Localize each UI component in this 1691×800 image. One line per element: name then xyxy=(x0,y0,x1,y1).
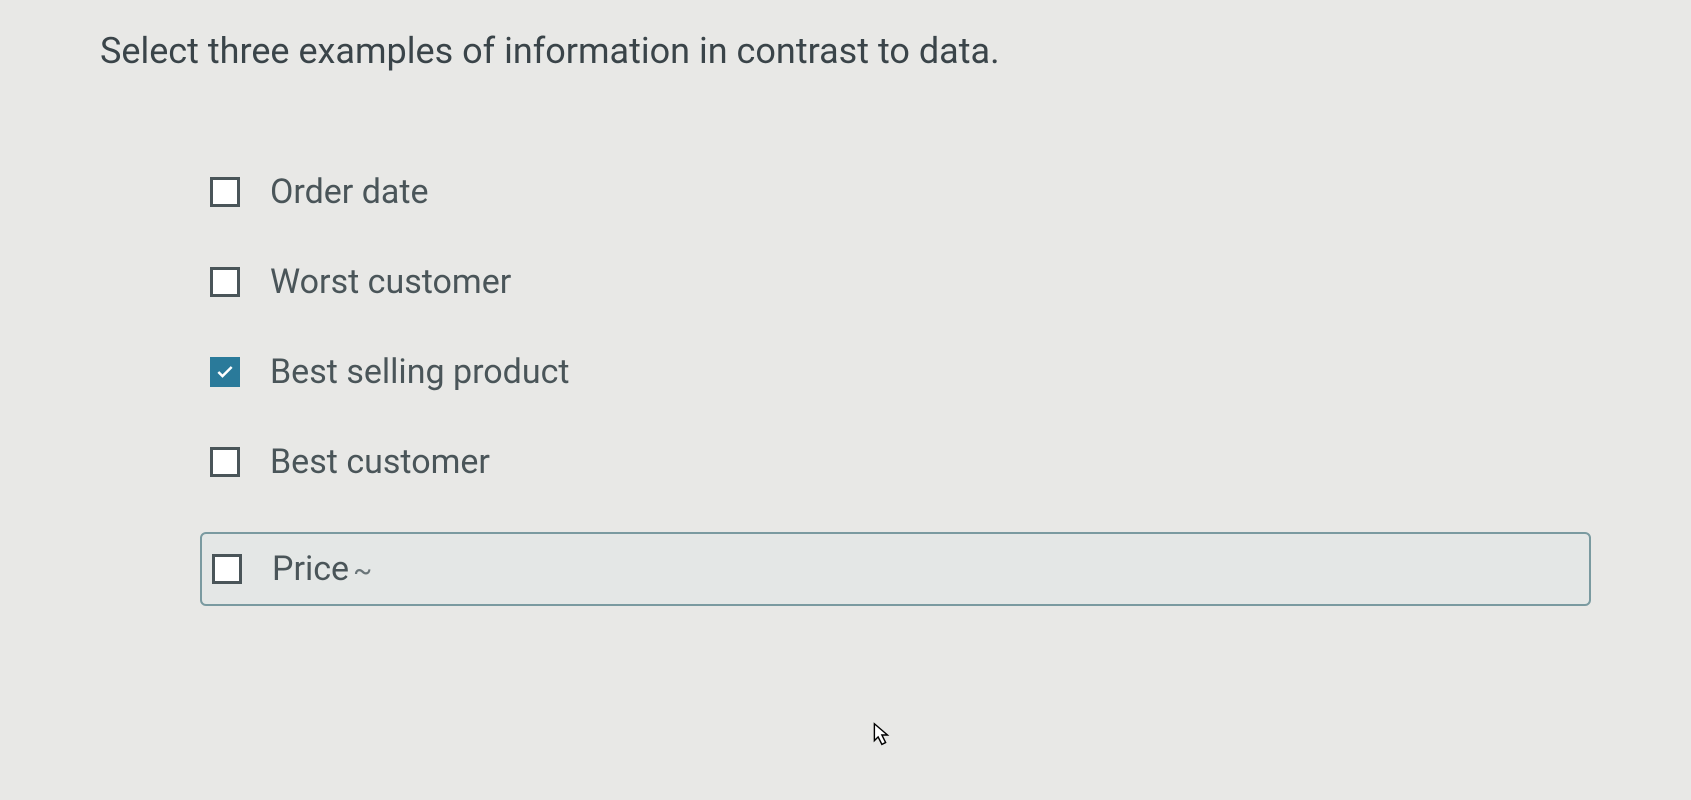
option-order-date[interactable]: Order date xyxy=(210,172,1591,212)
option-label: Best customer xyxy=(270,442,490,482)
option-best-selling-product[interactable]: Best selling product xyxy=(210,352,1591,392)
option-label: Worst customer xyxy=(270,262,511,302)
checkmark-icon xyxy=(215,362,235,382)
cursor-pointer-icon xyxy=(865,720,895,750)
option-price[interactable]: Price~ xyxy=(200,532,1591,606)
option-worst-customer[interactable]: Worst customer xyxy=(210,262,1591,302)
options-list: Order date Worst customer Best selling p… xyxy=(100,172,1591,606)
question-prompt: Select three examples of information in … xyxy=(100,30,1591,72)
checkbox-worst-customer[interactable] xyxy=(210,267,240,297)
checkbox-order-date[interactable] xyxy=(210,177,240,207)
checkbox-price[interactable] xyxy=(212,554,242,584)
option-label: Order date xyxy=(270,172,429,212)
option-label: Price~ xyxy=(272,549,372,589)
checkbox-best-customer[interactable] xyxy=(210,447,240,477)
checkbox-best-selling-product[interactable] xyxy=(210,357,240,387)
option-label: Best selling product xyxy=(270,352,570,392)
option-best-customer[interactable]: Best customer xyxy=(210,442,1591,482)
